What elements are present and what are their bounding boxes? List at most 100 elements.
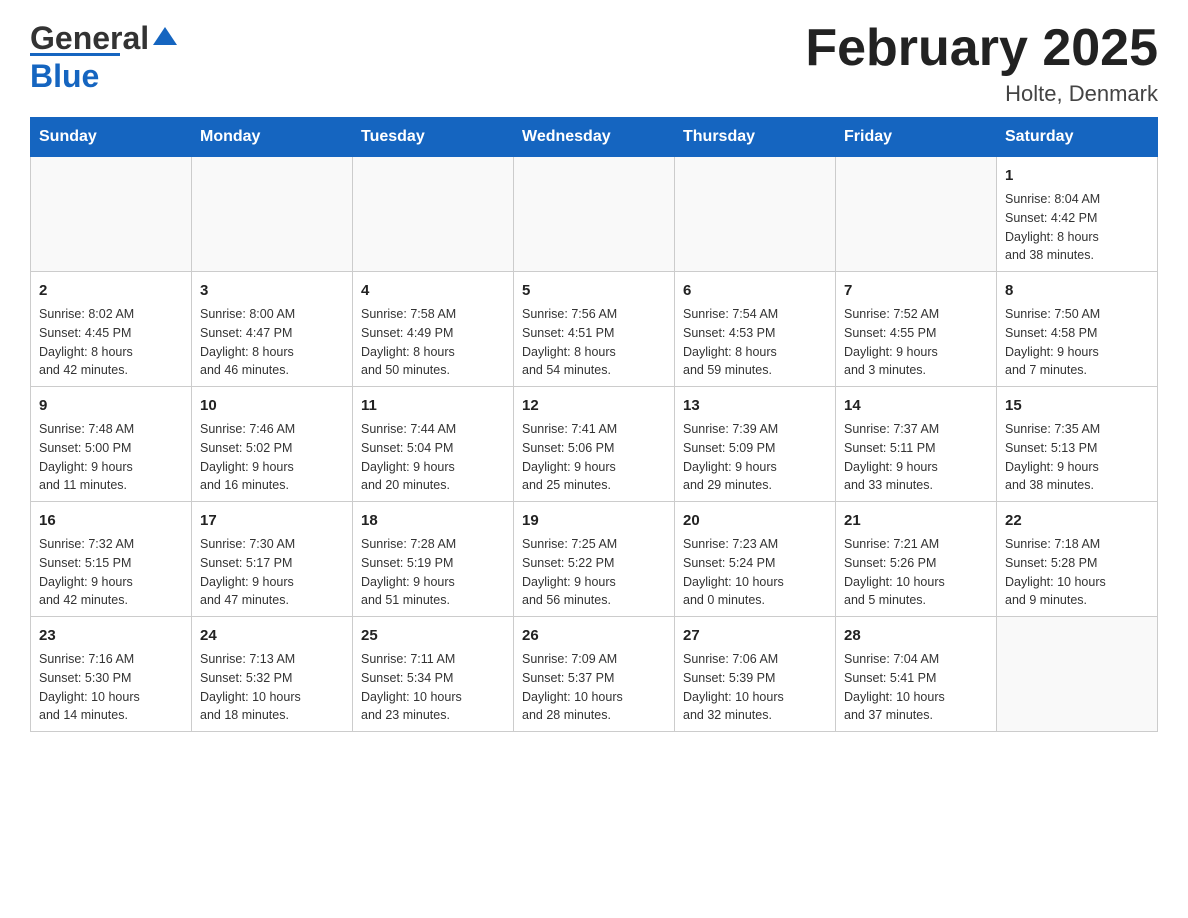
calendar-week-row: 23 Sunrise: 7:16 AM Sunset: 5:30 PM Dayli… — [31, 617, 1158, 732]
calendar-day-cell: 5 Sunrise: 7:56 AM Sunset: 4:51 PM Daylig… — [514, 272, 675, 387]
day-info: Sunrise: 8:02 AM Sunset: 4:45 PM Dayligh… — [39, 305, 183, 380]
day-info: Sunrise: 7:35 AM Sunset: 5:13 PM Dayligh… — [1005, 420, 1149, 495]
day-number: 15 — [1005, 395, 1149, 416]
day-number: 10 — [200, 395, 344, 416]
calendar-day-cell: 21 Sunrise: 7:21 AM Sunset: 5:26 PM Dayli… — [836, 502, 997, 617]
calendar-week-row: 2 Sunrise: 8:02 AM Sunset: 4:45 PM Daylig… — [31, 272, 1158, 387]
calendar-day-cell: 11 Sunrise: 7:44 AM Sunset: 5:04 PM Dayli… — [353, 387, 514, 502]
day-info: Sunrise: 7:30 AM Sunset: 5:17 PM Dayligh… — [200, 535, 344, 610]
day-info: Sunrise: 7:52 AM Sunset: 4:55 PM Dayligh… — [844, 305, 988, 380]
calendar-table: SundayMondayTuesdayWednesdayThursdayFrid… — [30, 117, 1158, 732]
day-info: Sunrise: 7:56 AM Sunset: 4:51 PM Dayligh… — [522, 305, 666, 380]
title-section: February 2025 Holte, Denmark — [805, 20, 1158, 107]
day-info: Sunrise: 7:58 AM Sunset: 4:49 PM Dayligh… — [361, 305, 505, 380]
calendar-day-cell — [836, 157, 997, 272]
calendar-day-cell — [997, 617, 1158, 732]
day-number: 22 — [1005, 510, 1149, 531]
calendar-day-header: Thursday — [675, 118, 836, 157]
day-info: Sunrise: 7:18 AM Sunset: 5:28 PM Dayligh… — [1005, 535, 1149, 610]
day-number: 3 — [200, 280, 344, 301]
day-number: 20 — [683, 510, 827, 531]
day-info: Sunrise: 7:16 AM Sunset: 5:30 PM Dayligh… — [39, 650, 183, 725]
day-number: 12 — [522, 395, 666, 416]
calendar-day-header: Friday — [836, 118, 997, 157]
calendar-day-cell: 1Sunrise: 8:04 AM Sunset: 4:42 PM Daylig… — [997, 157, 1158, 272]
calendar-day-cell: 27 Sunrise: 7:06 AM Sunset: 5:39 PM Dayli… — [675, 617, 836, 732]
day-number: 13 — [683, 395, 827, 416]
day-info: Sunrise: 7:11 AM Sunset: 5:34 PM Dayligh… — [361, 650, 505, 725]
calendar-day-cell: 4Sunrise: 7:58 AM Sunset: 4:49 PM Daylig… — [353, 272, 514, 387]
calendar-day-cell: 24 Sunrise: 7:13 AM Sunset: 5:32 PM Dayli… — [192, 617, 353, 732]
calendar-day-cell: 18 Sunrise: 7:28 AM Sunset: 5:19 PM Dayli… — [353, 502, 514, 617]
day-number: 17 — [200, 510, 344, 531]
day-number: 9 — [39, 395, 183, 416]
day-number: 8 — [1005, 280, 1149, 301]
calendar-week-row: 9 Sunrise: 7:48 AM Sunset: 5:00 PM Daylig… — [31, 387, 1158, 502]
calendar-day-cell: 25 Sunrise: 7:11 AM Sunset: 5:34 PM Dayli… — [353, 617, 514, 732]
logo-underline — [30, 53, 120, 56]
calendar-day-cell: 23 Sunrise: 7:16 AM Sunset: 5:30 PM Dayli… — [31, 617, 192, 732]
day-info: Sunrise: 8:00 AM Sunset: 4:47 PM Dayligh… — [200, 305, 344, 380]
day-number: 5 — [522, 280, 666, 301]
calendar-day-cell — [192, 157, 353, 272]
day-number: 7 — [844, 280, 988, 301]
calendar-day-cell: 9 Sunrise: 7:48 AM Sunset: 5:00 PM Daylig… — [31, 387, 192, 502]
calendar-day-cell: 3 Sunrise: 8:00 AM Sunset: 4:47 PM Daylig… — [192, 272, 353, 387]
logo-blue: Blue — [30, 58, 99, 94]
day-number: 2 — [39, 280, 183, 301]
day-info: Sunrise: 7:44 AM Sunset: 5:04 PM Dayligh… — [361, 420, 505, 495]
calendar-day-cell: 15 Sunrise: 7:35 AM Sunset: 5:13 PM Dayli… — [997, 387, 1158, 502]
day-info: Sunrise: 7:28 AM Sunset: 5:19 PM Dayligh… — [361, 535, 505, 610]
calendar-day-header: Monday — [192, 118, 353, 157]
day-number: 21 — [844, 510, 988, 531]
calendar-day-cell: 22 Sunrise: 7:18 AM Sunset: 5:28 PM Dayli… — [997, 502, 1158, 617]
day-number: 1 — [1005, 165, 1149, 186]
calendar-day-cell: 7 Sunrise: 7:52 AM Sunset: 4:55 PM Daylig… — [836, 272, 997, 387]
calendar-day-header: Tuesday — [353, 118, 514, 157]
day-info: Sunrise: 7:23 AM Sunset: 5:24 PM Dayligh… — [683, 535, 827, 610]
day-info: Sunrise: 7:13 AM Sunset: 5:32 PM Dayligh… — [200, 650, 344, 725]
day-info: Sunrise: 7:06 AM Sunset: 5:39 PM Dayligh… — [683, 650, 827, 725]
calendar-day-header: Wednesday — [514, 118, 675, 157]
day-info: Sunrise: 7:21 AM Sunset: 5:26 PM Dayligh… — [844, 535, 988, 610]
day-number: 25 — [361, 625, 505, 646]
logo-triangle-icon — [151, 23, 179, 51]
day-number: 14 — [844, 395, 988, 416]
calendar-day-cell: 13 Sunrise: 7:39 AM Sunset: 5:09 PM Dayli… — [675, 387, 836, 502]
day-info: Sunrise: 7:39 AM Sunset: 5:09 PM Dayligh… — [683, 420, 827, 495]
calendar-day-cell: 14Sunrise: 7:37 AM Sunset: 5:11 PM Dayli… — [836, 387, 997, 502]
day-number: 6 — [683, 280, 827, 301]
calendar-day-header: Saturday — [997, 118, 1158, 157]
calendar-day-cell: 17 Sunrise: 7:30 AM Sunset: 5:17 PM Dayli… — [192, 502, 353, 617]
calendar-day-cell: 20 Sunrise: 7:23 AM Sunset: 5:24 PM Dayli… — [675, 502, 836, 617]
calendar-day-cell — [514, 157, 675, 272]
day-info: Sunrise: 7:32 AM Sunset: 5:15 PM Dayligh… — [39, 535, 183, 610]
calendar-week-row: 16 Sunrise: 7:32 AM Sunset: 5:15 PM Dayli… — [31, 502, 1158, 617]
day-number: 28 — [844, 625, 988, 646]
day-info: Sunrise: 7:09 AM Sunset: 5:37 PM Dayligh… — [522, 650, 666, 725]
calendar-day-cell — [353, 157, 514, 272]
day-info: Sunrise: 7:04 AM Sunset: 5:41 PM Dayligh… — [844, 650, 988, 725]
day-number: 11 — [361, 395, 505, 416]
calendar-day-cell: 26 Sunrise: 7:09 AM Sunset: 5:37 PM Dayli… — [514, 617, 675, 732]
day-number: 26 — [522, 625, 666, 646]
day-number: 27 — [683, 625, 827, 646]
logo-general: General — [30, 20, 149, 57]
day-info: Sunrise: 7:46 AM Sunset: 5:02 PM Dayligh… — [200, 420, 344, 495]
logo: General Blue — [30, 20, 179, 95]
day-number: 24 — [200, 625, 344, 646]
calendar-day-cell: 8Sunrise: 7:50 AM Sunset: 4:58 PM Daylig… — [997, 272, 1158, 387]
calendar-day-cell: 6Sunrise: 7:54 AM Sunset: 4:53 PM Daylig… — [675, 272, 836, 387]
calendar-day-cell — [31, 157, 192, 272]
day-number: 23 — [39, 625, 183, 646]
location: Holte, Denmark — [805, 81, 1158, 107]
calendar-day-cell: 19Sunrise: 7:25 AM Sunset: 5:22 PM Dayli… — [514, 502, 675, 617]
day-number: 18 — [361, 510, 505, 531]
month-title: February 2025 — [805, 20, 1158, 77]
day-number: 16 — [39, 510, 183, 531]
calendar-day-cell: 16 Sunrise: 7:32 AM Sunset: 5:15 PM Dayli… — [31, 502, 192, 617]
day-info: Sunrise: 7:48 AM Sunset: 5:00 PM Dayligh… — [39, 420, 183, 495]
calendar-day-cell: 10 Sunrise: 7:46 AM Sunset: 5:02 PM Dayli… — [192, 387, 353, 502]
calendar-day-header: Sunday — [31, 118, 192, 157]
day-info: Sunrise: 7:41 AM Sunset: 5:06 PM Dayligh… — [522, 420, 666, 495]
